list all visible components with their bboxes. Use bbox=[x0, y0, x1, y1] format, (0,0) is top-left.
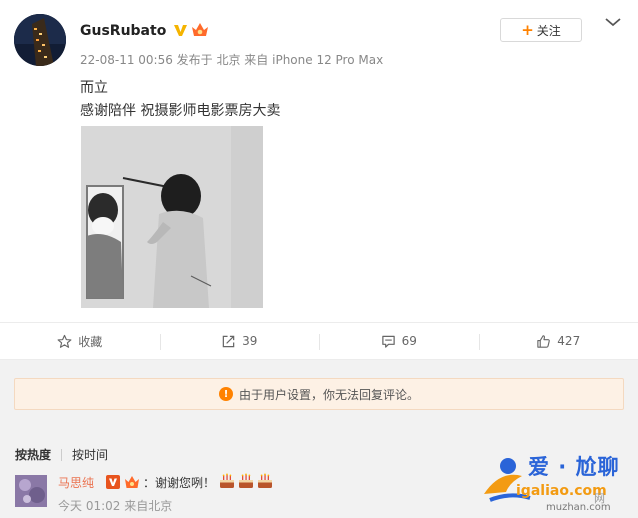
photo-image bbox=[81, 126, 263, 308]
author-avatar[interactable] bbox=[14, 14, 66, 66]
repost-button[interactable]: 39 bbox=[159, 323, 320, 359]
author-name[interactable]: GusRubato bbox=[80, 23, 166, 39]
tab-sort-hot[interactable]: 按热度 bbox=[15, 446, 51, 463]
comment-meta: 今天 01:02 来自北京 bbox=[58, 499, 173, 513]
cake-emoji-group bbox=[218, 472, 274, 490]
tab-sort-time[interactable]: 按时间 bbox=[72, 446, 108, 463]
star-icon bbox=[57, 334, 72, 348]
post-photo[interactable] bbox=[81, 126, 263, 308]
repost-count: 39 bbox=[242, 334, 258, 348]
like-button[interactable]: 427 bbox=[478, 323, 638, 359]
like-icon bbox=[537, 334, 551, 348]
follow-label: 关注 bbox=[536, 23, 561, 38]
cake-icon bbox=[220, 473, 234, 488]
plus-icon: + bbox=[521, 20, 534, 39]
comment-text: ：谢谢您咧！ bbox=[143, 476, 216, 490]
post-action-bar: 收藏 39 69 427 bbox=[0, 322, 638, 360]
post-text-line-1: 而立 bbox=[80, 80, 108, 96]
post-text-line-2: 感谢陪伴 祝摄影师电影票房大卖 bbox=[80, 103, 281, 119]
watermark-url-2: muzhan.com bbox=[546, 502, 611, 513]
cake-icon bbox=[258, 473, 272, 488]
commenter-avatar-image bbox=[15, 475, 47, 507]
comment-icon bbox=[381, 335, 395, 348]
reply-disabled-notice: ! 由于用户设置，你无法回复评论。 bbox=[14, 378, 624, 410]
commenter-avatar[interactable] bbox=[15, 475, 47, 507]
notice-text: 由于用户设置，你无法回复评论。 bbox=[238, 387, 419, 402]
verified-badge-icon bbox=[174, 25, 187, 36]
more-chevron-icon[interactable] bbox=[603, 15, 623, 29]
verified-badge-icon bbox=[106, 475, 120, 489]
commenter-name[interactable]: 马思纯 bbox=[58, 474, 94, 491]
warning-icon: ! bbox=[218, 387, 233, 401]
weibo-post: GusRubato 22-08-11 00:56 发布于 北京 来自 iPhon… bbox=[0, 0, 638, 322]
comment-button[interactable]: 69 bbox=[319, 323, 479, 359]
favorite-label: 收藏 bbox=[78, 334, 103, 349]
like-count: 427 bbox=[557, 334, 581, 348]
comment-sort-tabs: 按热度 按时间 bbox=[15, 446, 108, 463]
favorite-button[interactable]: 收藏 bbox=[0, 323, 160, 359]
vip-badge-icon bbox=[125, 476, 139, 488]
follow-button[interactable]: + 关注 bbox=[500, 18, 582, 42]
comment-count: 69 bbox=[401, 334, 417, 348]
watermark-brand: 爱 · 尬聊 bbox=[528, 455, 620, 479]
repost-icon bbox=[222, 335, 235, 347]
cake-icon bbox=[239, 473, 253, 488]
vip-badge-icon bbox=[192, 23, 208, 36]
avatar-image bbox=[14, 14, 66, 66]
tab-divider bbox=[61, 448, 63, 461]
post-meta: 22-08-11 00:56 发布于 北京 来自 iPhone 12 Pro M… bbox=[80, 53, 384, 67]
